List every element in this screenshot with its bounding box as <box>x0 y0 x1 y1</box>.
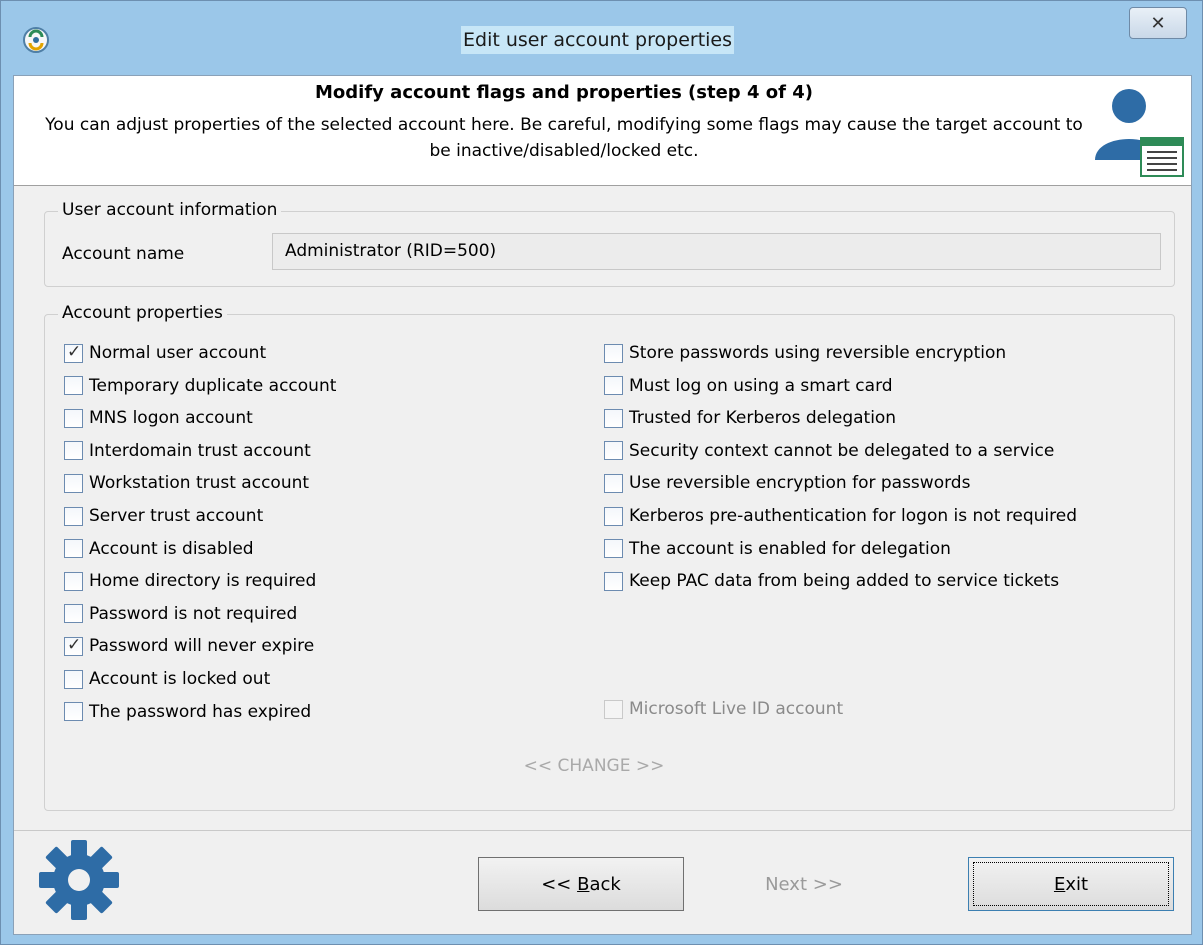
checkbox-label: Must log on using a smart card <box>629 375 893 396</box>
checkbox-left-flag-7[interactable]: Home directory is required <box>64 569 316 593</box>
account-name-label: Account name <box>62 244 185 264</box>
back-button[interactable]: << Back <box>478 857 684 911</box>
account-info-legend: User account information <box>58 200 282 220</box>
checkbox-box[interactable] <box>64 635 83 656</box>
checkbox-left-flag-3[interactable]: Interdomain trust account <box>64 439 311 463</box>
title-bar: Edit user account properties ✕ <box>1 1 1202 75</box>
checkbox-left-flag-11[interactable]: The password has expired <box>64 700 311 724</box>
checkbox-label: The account is enabled for delegation <box>629 538 951 559</box>
checkbox-left-flag-10[interactable]: Account is locked out <box>64 667 270 691</box>
checkbox-label: Home directory is required <box>89 571 317 592</box>
checkbox-right-flag-5[interactable]: Kerberos pre-authentication for logon is… <box>604 504 1077 528</box>
app-icon <box>23 27 49 53</box>
account-name-field[interactable]: Administrator (RID=500) <box>272 233 1161 270</box>
checkbox-label: Normal user account <box>89 343 267 363</box>
checkbox-left-flag-8[interactable]: Password is not required <box>64 602 297 626</box>
checkbox-box[interactable] <box>64 539 83 559</box>
gear-icon <box>39 840 119 920</box>
account-properties-legend: Account properties <box>58 303 227 323</box>
checkbox-box[interactable] <box>64 702 83 722</box>
checkbox-box[interactable] <box>604 343 623 363</box>
checkbox-box[interactable] <box>64 571 83 591</box>
checkbox-label: Kerberos pre-authentication for logon is… <box>629 506 1077 526</box>
checkbox-right-flag-3[interactable]: Security context cannot be delegated to … <box>604 439 1054 463</box>
checkbox-left-flag-1[interactable]: Temporary duplicate account <box>64 374 336 398</box>
checkbox-left-flag-9[interactable]: Password will never expire <box>64 634 314 658</box>
checkbox-label: Interdomain trust account <box>89 440 311 461</box>
checkbox-label: Password will never expire <box>89 636 315 657</box>
checkbox-label: Password is not required <box>89 603 298 624</box>
checkbox-label: Workstation trust account <box>89 473 310 494</box>
checkbox-label: Account is disabled <box>89 538 254 559</box>
checkbox-box <box>604 699 623 719</box>
wizard-header: Modify account flags and properties (ste… <box>14 76 1191 186</box>
checkbox-right-flag-6[interactable]: The account is enabled for delegation <box>604 537 951 561</box>
step-description: You can adjust properties of the selecte… <box>45 115 1083 161</box>
back-access-key: B <box>577 873 590 895</box>
checkbox-label: Security context cannot be delegated to … <box>629 440 1055 461</box>
footer-divider <box>14 830 1191 831</box>
checkbox-left-flag-6[interactable]: Account is disabled <box>64 537 254 561</box>
checkbox-right-flag-7[interactable]: Keep PAC data from being added to servic… <box>604 569 1059 593</box>
checkbox-label: The password has expired <box>89 701 312 722</box>
checkbox-box[interactable] <box>64 473 83 493</box>
checkbox-box[interactable] <box>604 571 623 591</box>
dialog-client-area: Modify account flags and properties (ste… <box>13 75 1192 935</box>
checkbox-right-flag-2[interactable]: Trusted for Kerberos delegation <box>604 406 896 430</box>
checkbox-box[interactable] <box>64 376 83 396</box>
checkbox-box[interactable] <box>604 473 623 493</box>
exit-button[interactable]: Exit <box>968 857 1174 911</box>
close-icon: ✕ <box>1150 12 1166 34</box>
next-button[interactable]: Next >> <box>734 857 874 911</box>
checkbox-box[interactable] <box>604 539 623 559</box>
checkbox-box[interactable] <box>604 441 623 461</box>
checkbox-label: Trusted for Kerberos delegation <box>629 408 897 429</box>
close-button[interactable]: ✕ <box>1129 7 1187 39</box>
change-button[interactable]: << CHANGE >> <box>14 756 1174 776</box>
checkbox-left-flag-0[interactable]: Normal user account <box>64 341 266 365</box>
step-title: Modify account flags and properties (ste… <box>315 82 813 103</box>
checkbox-box[interactable] <box>64 441 83 461</box>
checkbox-box[interactable] <box>64 604 83 624</box>
back-button-prefix: << <box>541 873 578 895</box>
checkbox-label: Microsoft Live ID account <box>629 699 844 719</box>
checkbox-right-flag-0[interactable]: Store passwords using reversible encrypt… <box>604 341 1006 365</box>
checkbox-label: Server trust account <box>89 506 264 526</box>
checkbox-label: Temporary duplicate account <box>89 375 337 396</box>
user-account-icon <box>1095 89 1184 177</box>
checkbox-box[interactable] <box>64 342 83 363</box>
window-title: Edit user account properties <box>461 26 735 54</box>
checkbox-label: Account is locked out <box>89 669 271 689</box>
checkbox-label: Store passwords using reversible encrypt… <box>629 343 1007 363</box>
checkbox-box[interactable] <box>604 408 623 428</box>
back-button-rest: ack <box>589 873 621 895</box>
checkbox-left-flag-5[interactable]: Server trust account <box>64 504 263 528</box>
checkbox-left-flag-2[interactable]: MNS logon account <box>64 406 253 430</box>
dialog-window: Edit user account properties ✕ Modify ac… <box>0 0 1203 945</box>
checkbox-microsoft-live-id: Microsoft Live ID account <box>604 697 843 721</box>
checkbox-label: Use reversible encryption for passwords <box>629 473 971 494</box>
checkbox-box[interactable] <box>604 376 623 396</box>
checkbox-box[interactable] <box>604 506 623 526</box>
checkbox-left-flag-4[interactable]: Workstation trust account <box>64 471 309 495</box>
focus-rectangle <box>973 862 1169 906</box>
checkbox-right-flag-1[interactable]: Must log on using a smart card <box>604 374 893 398</box>
checkbox-label: Keep PAC data from being added to servic… <box>629 571 1060 592</box>
checkbox-label: MNS logon account <box>89 408 253 429</box>
checkbox-box[interactable] <box>64 408 83 428</box>
checkbox-box[interactable] <box>64 506 83 526</box>
checkbox-right-flag-4[interactable]: Use reversible encryption for passwords <box>604 471 970 495</box>
checkbox-box[interactable] <box>64 669 83 689</box>
